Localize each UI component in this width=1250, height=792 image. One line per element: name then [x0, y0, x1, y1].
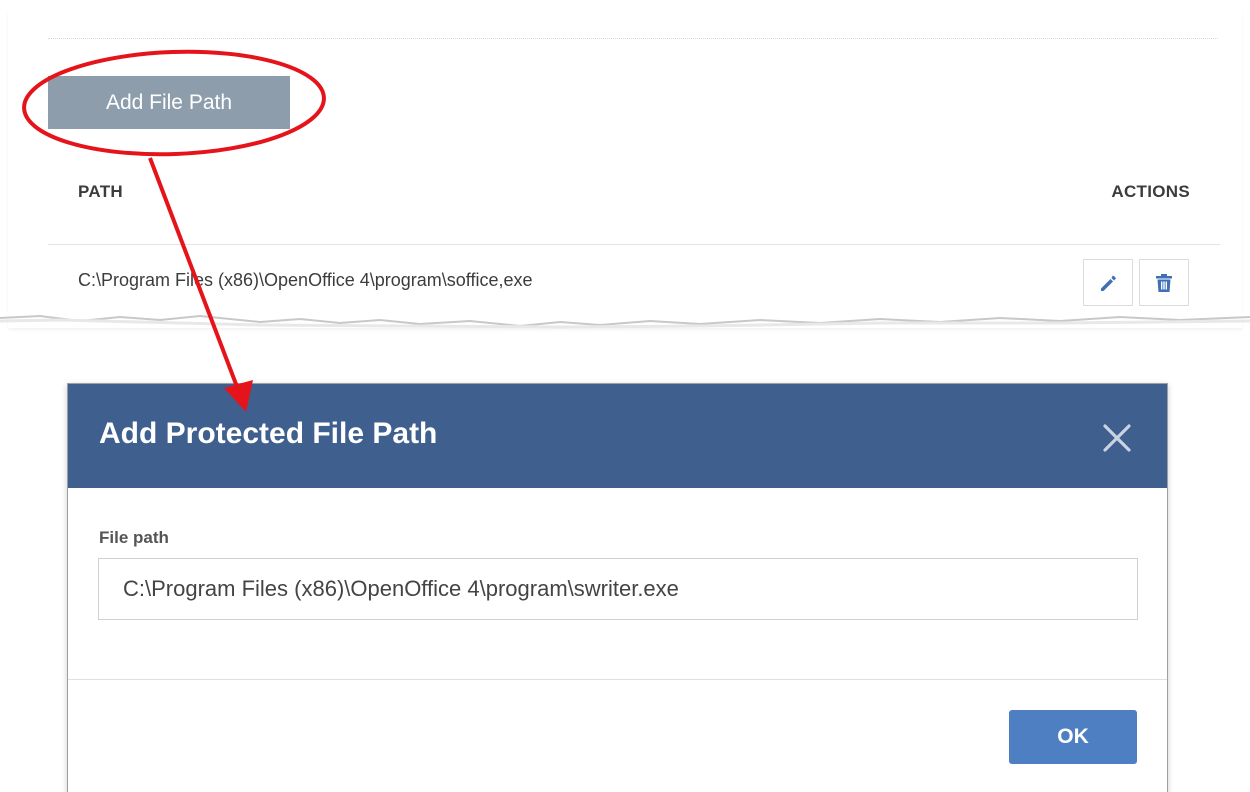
column-header-actions: ACTIONS	[1111, 182, 1190, 201]
close-icon	[1103, 424, 1131, 452]
dialog-footer-divider	[68, 679, 1167, 680]
screenshot-canvas: Add File Path PATH ACTIONS C:\Program Fi…	[0, 0, 1250, 792]
table-header-divider	[48, 244, 1220, 245]
edit-path-button[interactable]	[1083, 259, 1133, 306]
panel-top-divider	[48, 38, 1218, 39]
dialog-close-button[interactable]	[1097, 418, 1137, 458]
add-file-path-button[interactable]: Add File Path	[48, 76, 290, 129]
dialog-header: Add Protected File Path	[68, 384, 1167, 488]
delete-path-button[interactable]	[1139, 259, 1189, 306]
edit-icon	[1101, 275, 1116, 291]
file-path-input[interactable]	[98, 558, 1138, 620]
add-protected-file-path-dialog: Add Protected File Path File path OK	[67, 383, 1168, 792]
trash-icon	[1156, 273, 1172, 292]
column-header-path: PATH	[78, 182, 123, 201]
ok-button[interactable]: OK	[1009, 710, 1137, 764]
dialog-title: Add Protected File Path	[99, 417, 438, 450]
torn-edge-decoration	[0, 312, 1250, 329]
table-row-path: C:\Program Files (x86)\OpenOffice 4\prog…	[78, 270, 533, 290]
file-path-label: File path	[99, 528, 169, 547]
